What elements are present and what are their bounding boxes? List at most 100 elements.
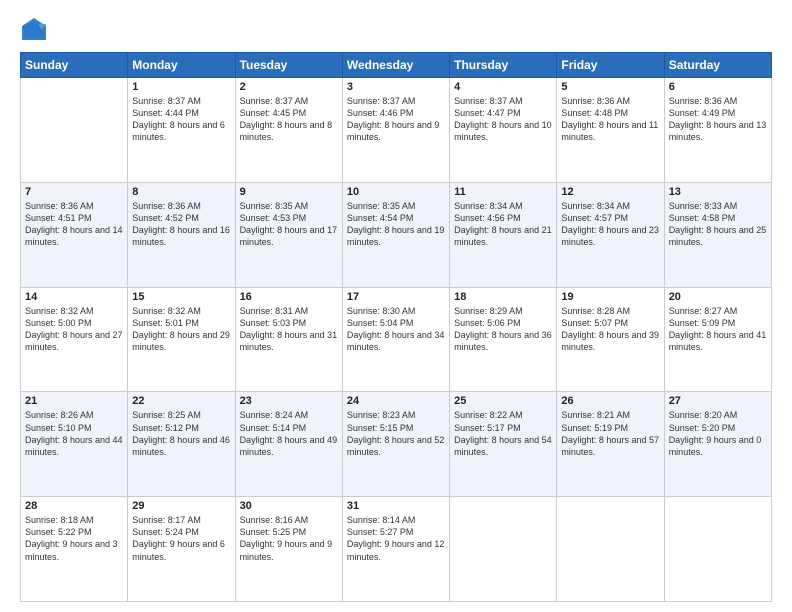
week-row-2: 14Sunrise: 8:32 AM Sunset: 5:00 PM Dayli… [21, 287, 772, 392]
calendar-cell: 25Sunrise: 8:22 AM Sunset: 5:17 PM Dayli… [450, 392, 557, 497]
calendar-cell: 2Sunrise: 8:37 AM Sunset: 4:45 PM Daylig… [235, 78, 342, 183]
day-number: 29 [132, 500, 230, 512]
week-row-4: 28 Sunrise: 8:18 AM Sunset: 5:22 PM Dayli… [21, 497, 772, 602]
day-number: 22 [132, 395, 230, 407]
day-info: Sunrise: 8:25 AM Sunset: 5:12 PM Dayligh… [132, 409, 230, 458]
calendar-cell: 15Sunrise: 8:32 AM Sunset: 5:01 PM Dayli… [128, 287, 235, 392]
calendar-cell [450, 497, 557, 602]
day-number: 10 [347, 186, 445, 198]
calendar-cell: 19 Sunrise: 8:28 AM Sunset: 5:07 PM Dayli… [557, 287, 664, 392]
calendar-cell: 10 Sunrise: 8:35 AM Sunset: 4:54 PM Dayli… [342, 182, 449, 287]
day-info: Sunrise: 8:36 AM Sunset: 4:51 PM Dayligh… [25, 200, 123, 249]
day-info: Sunrise: 8:34 AM Sunset: 4:57 PM Dayligh… [561, 200, 659, 249]
calendar-cell: 22 Sunrise: 8:25 AM Sunset: 5:12 PM Dayli… [128, 392, 235, 497]
logo-icon [20, 16, 48, 44]
day-number: 21 [25, 395, 123, 407]
day-number: 31 [347, 500, 445, 512]
header-day-saturday: Saturday [664, 53, 771, 78]
calendar-cell: 3Sunrise: 8:37 AM Sunset: 4:46 PM Daylig… [342, 78, 449, 183]
header-day-tuesday: Tuesday [235, 53, 342, 78]
header-day-monday: Monday [128, 53, 235, 78]
page: SundayMondayTuesdayWednesdayThursdayFrid… [0, 0, 792, 612]
day-info: Sunrise: 8:29 AM Sunset: 5:06 PM Dayligh… [454, 305, 552, 354]
calendar-table: SundayMondayTuesdayWednesdayThursdayFrid… [20, 52, 772, 602]
calendar-cell: 18 Sunrise: 8:29 AM Sunset: 5:06 PM Dayli… [450, 287, 557, 392]
day-number: 14 [25, 291, 123, 303]
day-number: 11 [454, 186, 552, 198]
day-number: 5 [561, 81, 659, 93]
day-info: Sunrise: 8:35 AM Sunset: 4:53 PM Dayligh… [240, 200, 338, 249]
day-info: Sunrise: 8:30 AM Sunset: 5:04 PM Dayligh… [347, 305, 445, 354]
calendar-cell: 13 Sunrise: 8:33 AM Sunset: 4:58 PM Dayli… [664, 182, 771, 287]
day-info: Sunrise: 8:14 AM Sunset: 5:27 PM Dayligh… [347, 514, 445, 563]
day-number: 15 [132, 291, 230, 303]
day-info: Sunrise: 8:20 AM Sunset: 5:20 PM Dayligh… [669, 409, 767, 458]
header-row: SundayMondayTuesdayWednesdayThursdayFrid… [21, 53, 772, 78]
day-info: Sunrise: 8:23 AM Sunset: 5:15 PM Dayligh… [347, 409, 445, 458]
calendar-cell: 28 Sunrise: 8:18 AM Sunset: 5:22 PM Dayli… [21, 497, 128, 602]
calendar-cell: 27 Sunrise: 8:20 AM Sunset: 5:20 PM Dayli… [664, 392, 771, 497]
day-info: Sunrise: 8:33 AM Sunset: 4:58 PM Dayligh… [669, 200, 767, 249]
day-number: 18 [454, 291, 552, 303]
day-info: Sunrise: 8:37 AM Sunset: 4:45 PM Dayligh… [240, 95, 338, 144]
day-info: Sunrise: 8:28 AM Sunset: 5:07 PM Dayligh… [561, 305, 659, 354]
day-number: 13 [669, 186, 767, 198]
day-info: Sunrise: 8:36 AM Sunset: 4:49 PM Dayligh… [669, 95, 767, 144]
calendar-cell: 29Sunrise: 8:17 AM Sunset: 5:24 PM Dayli… [128, 497, 235, 602]
day-info: Sunrise: 8:36 AM Sunset: 4:52 PM Dayligh… [132, 200, 230, 249]
calendar-cell [557, 497, 664, 602]
calendar-cell: 20 Sunrise: 8:27 AM Sunset: 5:09 PM Dayli… [664, 287, 771, 392]
day-number: 26 [561, 395, 659, 407]
day-number: 8 [132, 186, 230, 198]
day-info: Sunrise: 8:36 AM Sunset: 4:48 PM Dayligh… [561, 95, 659, 144]
day-number: 7 [25, 186, 123, 198]
day-info: Sunrise: 8:31 AM Sunset: 5:03 PM Dayligh… [240, 305, 338, 354]
calendar-cell: 16Sunrise: 8:31 AM Sunset: 5:03 PM Dayli… [235, 287, 342, 392]
day-info: Sunrise: 8:18 AM Sunset: 5:22 PM Dayligh… [25, 514, 123, 563]
day-number: 4 [454, 81, 552, 93]
calendar-cell: 14Sunrise: 8:32 AM Sunset: 5:00 PM Dayli… [21, 287, 128, 392]
day-number: 19 [561, 291, 659, 303]
day-number: 27 [669, 395, 767, 407]
day-info: Sunrise: 8:34 AM Sunset: 4:56 PM Dayligh… [454, 200, 552, 249]
week-row-1: 7 Sunrise: 8:36 AM Sunset: 4:51 PM Daylig… [21, 182, 772, 287]
day-number: 12 [561, 186, 659, 198]
calendar-cell: 1Sunrise: 8:37 AM Sunset: 4:44 PM Daylig… [128, 78, 235, 183]
logo [20, 16, 52, 44]
day-number: 17 [347, 291, 445, 303]
calendar-cell: 7 Sunrise: 8:36 AM Sunset: 4:51 PM Daylig… [21, 182, 128, 287]
header-day-wednesday: Wednesday [342, 53, 449, 78]
calendar-cell: 17 Sunrise: 8:30 AM Sunset: 5:04 PM Dayli… [342, 287, 449, 392]
header-day-thursday: Thursday [450, 53, 557, 78]
week-row-3: 21Sunrise: 8:26 AM Sunset: 5:10 PM Dayli… [21, 392, 772, 497]
calendar-cell: 21Sunrise: 8:26 AM Sunset: 5:10 PM Dayli… [21, 392, 128, 497]
calendar-cell: 30 Sunrise: 8:16 AM Sunset: 5:25 PM Dayli… [235, 497, 342, 602]
day-info: Sunrise: 8:27 AM Sunset: 5:09 PM Dayligh… [669, 305, 767, 354]
header-day-friday: Friday [557, 53, 664, 78]
day-number: 20 [669, 291, 767, 303]
header-day-sunday: Sunday [21, 53, 128, 78]
day-info: Sunrise: 8:37 AM Sunset: 4:46 PM Dayligh… [347, 95, 445, 144]
day-number: 30 [240, 500, 338, 512]
day-info: Sunrise: 8:22 AM Sunset: 5:17 PM Dayligh… [454, 409, 552, 458]
day-number: 28 [25, 500, 123, 512]
calendar-cell: 6 Sunrise: 8:36 AM Sunset: 4:49 PM Daylig… [664, 78, 771, 183]
calendar-cell: 8 Sunrise: 8:36 AM Sunset: 4:52 PM Daylig… [128, 182, 235, 287]
calendar-cell: 9 Sunrise: 8:35 AM Sunset: 4:53 PM Daylig… [235, 182, 342, 287]
day-info: Sunrise: 8:35 AM Sunset: 4:54 PM Dayligh… [347, 200, 445, 249]
day-number: 9 [240, 186, 338, 198]
day-info: Sunrise: 8:16 AM Sunset: 5:25 PM Dayligh… [240, 514, 338, 563]
calendar-cell: 26 Sunrise: 8:21 AM Sunset: 5:19 PM Dayli… [557, 392, 664, 497]
day-info: Sunrise: 8:24 AM Sunset: 5:14 PM Dayligh… [240, 409, 338, 458]
day-info: Sunrise: 8:37 AM Sunset: 4:47 PM Dayligh… [454, 95, 552, 144]
calendar-cell [21, 78, 128, 183]
day-info: Sunrise: 8:21 AM Sunset: 5:19 PM Dayligh… [561, 409, 659, 458]
calendar-cell: 12 Sunrise: 8:34 AM Sunset: 4:57 PM Dayli… [557, 182, 664, 287]
calendar-cell: 24 Sunrise: 8:23 AM Sunset: 5:15 PM Dayli… [342, 392, 449, 497]
day-number: 24 [347, 395, 445, 407]
header [20, 16, 772, 44]
calendar-cell: 5 Sunrise: 8:36 AM Sunset: 4:48 PM Daylig… [557, 78, 664, 183]
day-number: 6 [669, 81, 767, 93]
day-info: Sunrise: 8:37 AM Sunset: 4:44 PM Dayligh… [132, 95, 230, 144]
calendar-cell: 23Sunrise: 8:24 AM Sunset: 5:14 PM Dayli… [235, 392, 342, 497]
